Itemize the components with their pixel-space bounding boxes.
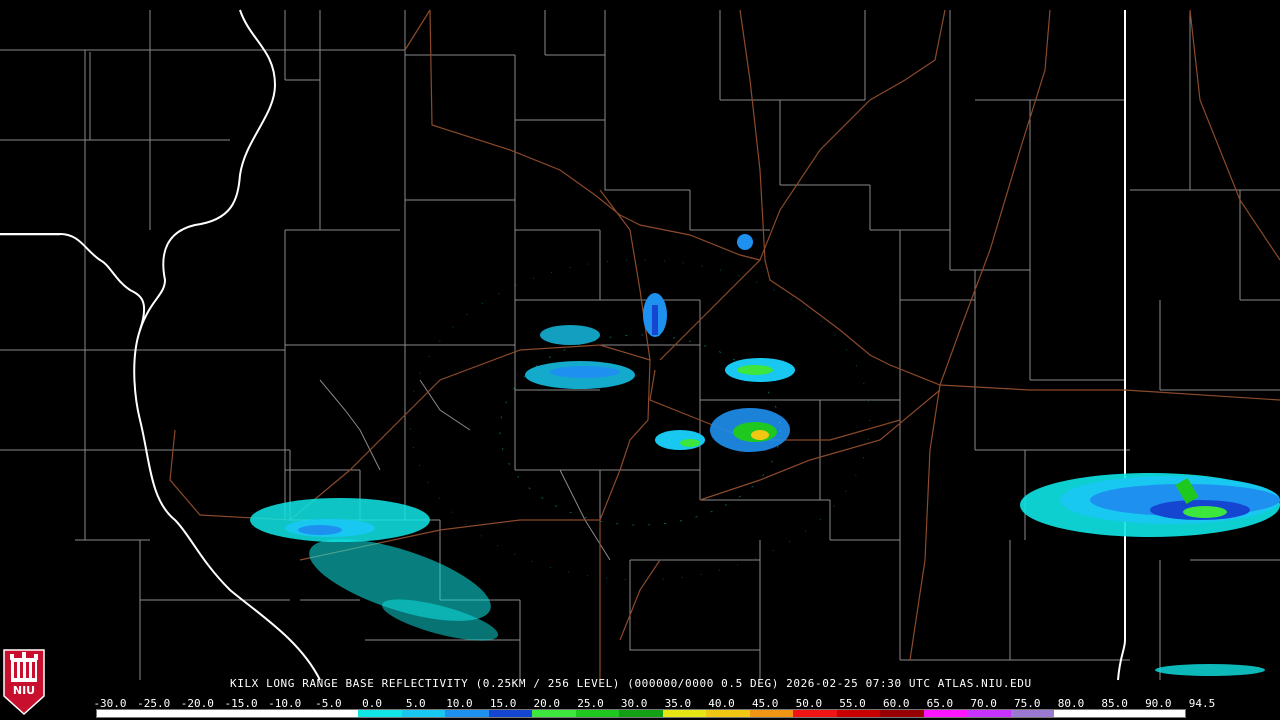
colorbar-segment [706, 710, 750, 717]
niu-logo: NIU [3, 649, 45, 716]
colorbar-segment [1141, 710, 1185, 717]
colorbar-segment [836, 710, 881, 717]
colorbar-segment [97, 710, 141, 717]
colorbar-segment [880, 710, 924, 717]
product-caption: KILX LONG RANGE BASE REFLECTIVITY (0.25K… [230, 677, 1032, 690]
colorbar-segment [227, 710, 272, 717]
colorbar-segment [184, 710, 228, 717]
colorbar-segment [314, 710, 359, 717]
state-boundaries [0, 9, 1126, 681]
radar-map [0, 9, 1280, 681]
colorbar-segment [358, 710, 402, 717]
colorbar-segment [749, 710, 794, 717]
colorbar-segment [967, 710, 1011, 717]
colorbar-segment [271, 710, 315, 717]
colorbar-segment [532, 710, 576, 717]
logo-text: NIU [13, 684, 35, 697]
colorbar-segment [1054, 710, 1098, 717]
scale-label: 94.5 [1188, 697, 1216, 710]
colorbar-segment [575, 710, 620, 717]
colorbar-segment [445, 710, 489, 717]
colorbar-segment [401, 710, 446, 717]
colorbar-segment [793, 710, 837, 717]
reflectivity-colorbar [96, 709, 1186, 718]
colorbar-segment [1010, 710, 1055, 717]
colorbar-segment [923, 710, 968, 717]
colorbar-segment [140, 710, 185, 717]
county-boundaries [0, 10, 1280, 680]
colorbar-segment [662, 710, 707, 717]
colorbar-segment [619, 710, 663, 717]
colorbar-segment [488, 710, 533, 717]
reflectivity-scale-labels: -30.0 -25.0 -20.0 -15.0 -10.0 -5.0 0.0 5.0 10.0 1… [92, 697, 1215, 710]
colorbar-segment [1097, 710, 1142, 717]
